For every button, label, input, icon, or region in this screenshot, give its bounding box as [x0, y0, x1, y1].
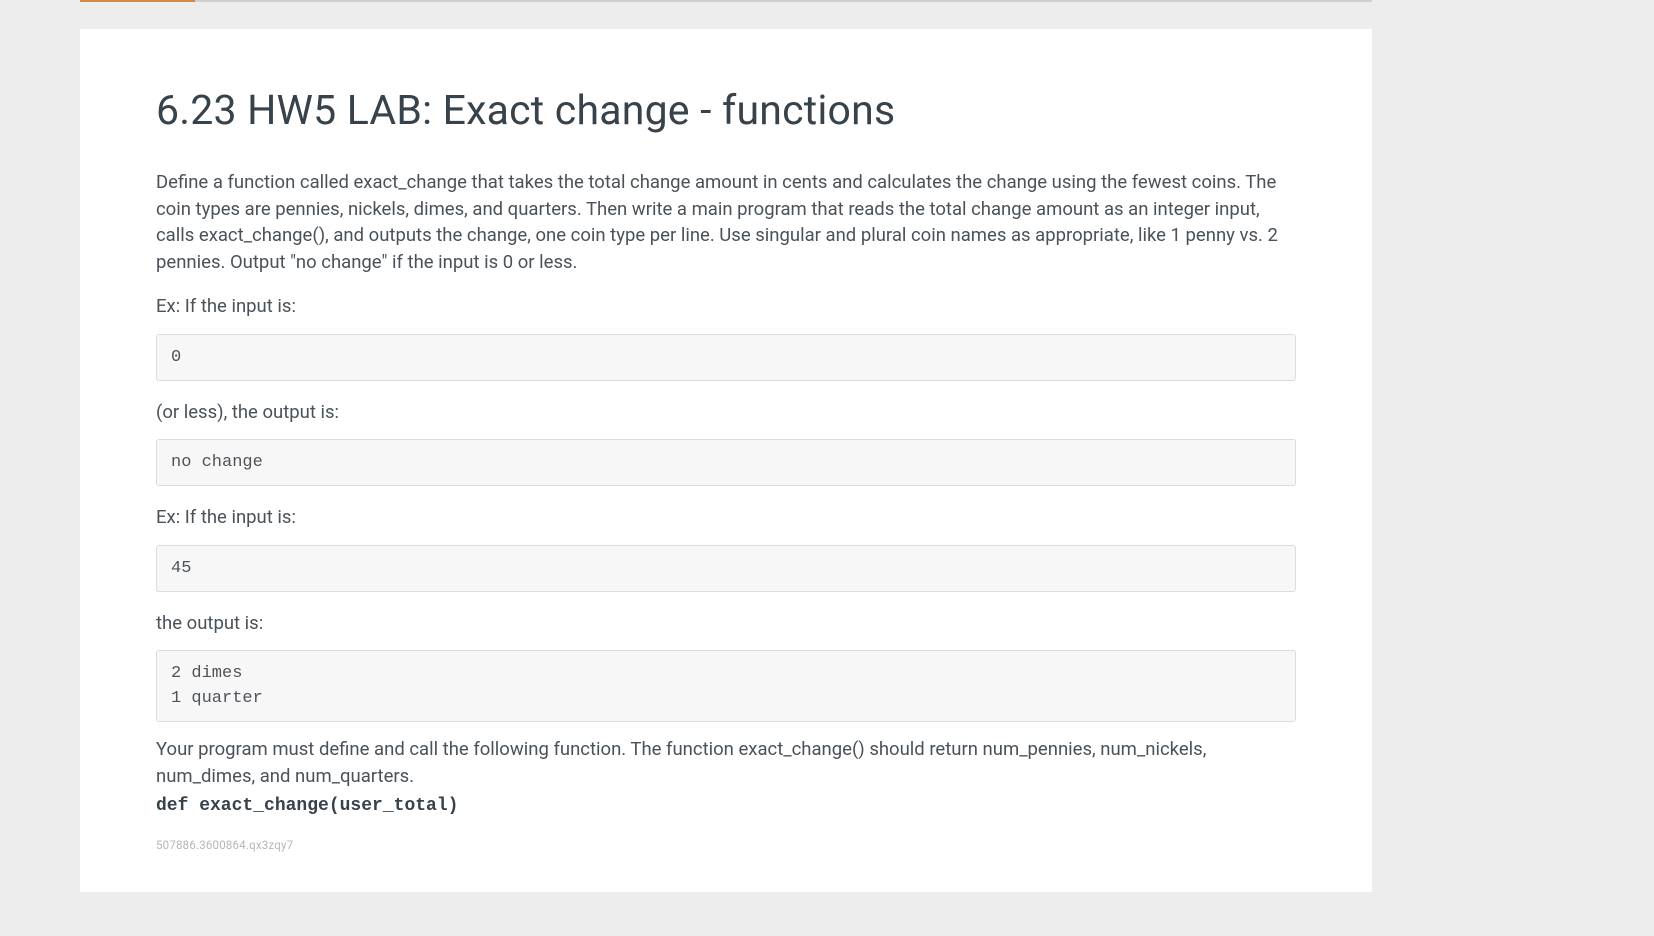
- closing-text: Your program must define and call the fo…: [156, 738, 1206, 787]
- top-divider: [80, 0, 1372, 2]
- content-card: 6.23 HW5 LAB: Exact change - functions D…: [80, 29, 1372, 892]
- example-2-output: 2 dimes 1 quarter: [156, 650, 1296, 722]
- intro-paragraph: Define a function called exact_change th…: [156, 169, 1296, 275]
- example-1-mid: (or less), the output is:: [156, 399, 1296, 426]
- function-signature: def exact_change(user_total): [156, 793, 1296, 820]
- example-2-mid: the output is:: [156, 610, 1296, 637]
- example-1-input: 0: [156, 334, 1296, 381]
- footer-code: 507886.3600864.qx3zqy7: [156, 838, 1296, 852]
- top-divider-accent: [80, 0, 195, 2]
- page-title: 6.23 HW5 LAB: Exact change - functions: [156, 87, 1296, 135]
- closing-paragraph: Your program must define and call the fo…: [156, 736, 1296, 820]
- example-2-label: Ex: If the input is:: [156, 504, 1296, 531]
- example-1-output: no change: [156, 439, 1296, 486]
- example-1-label: Ex: If the input is:: [156, 293, 1296, 320]
- example-2-input: 45: [156, 545, 1296, 592]
- page: 6.23 HW5 LAB: Exact change - functions D…: [0, 0, 1654, 936]
